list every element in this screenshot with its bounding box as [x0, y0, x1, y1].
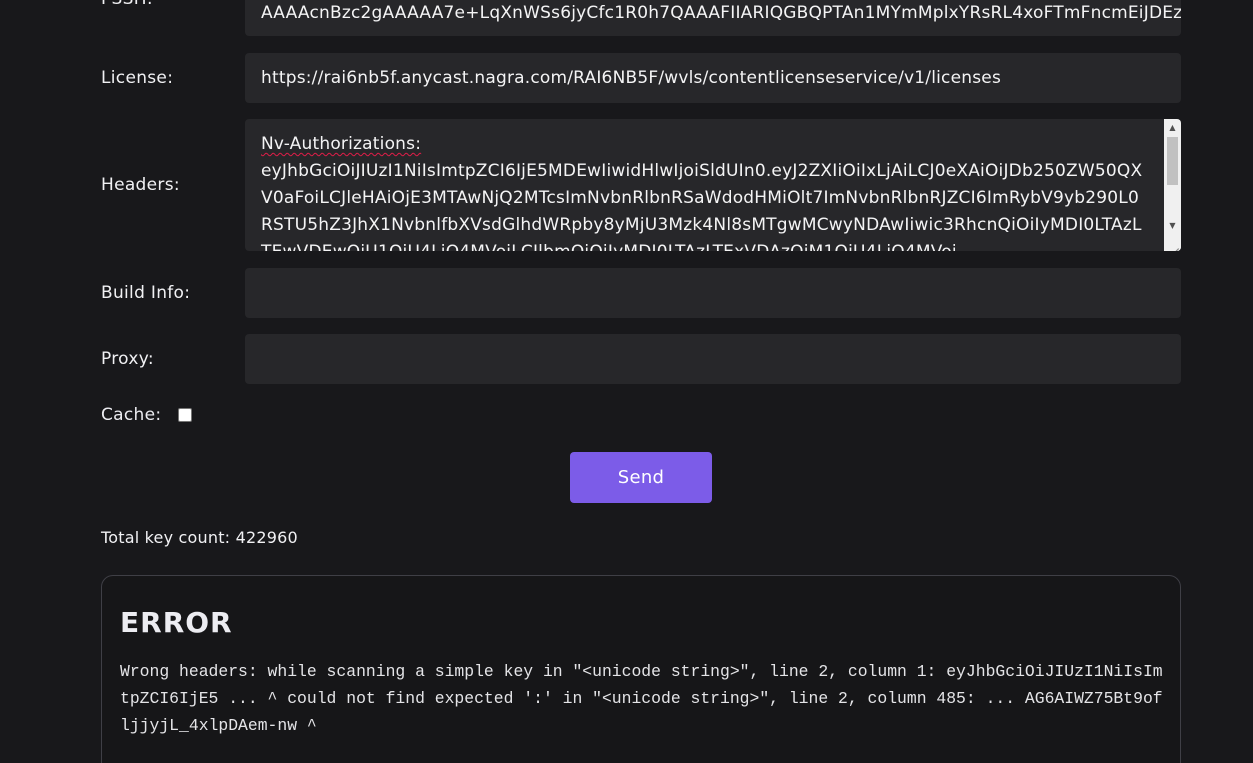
scroll-thumb[interactable] [1167, 137, 1178, 185]
scroll-down-arrow-icon[interactable]: ▼ [1164, 217, 1181, 234]
headers-textarea[interactable]: Nv-Authorizations: eyJhbGciOiJIUzI1NiIsI… [245, 119, 1181, 251]
error-panel: ERROR Wrong headers: while scanning a si… [101, 575, 1181, 763]
pssh-label: PSSH: [101, 0, 245, 9]
headers-row: Headers: Nv-Authorizations: eyJhbGciOiJI… [101, 119, 1181, 251]
headers-first-line: Nv-Authorizations: [261, 131, 1147, 158]
proxy-input[interactable] [245, 334, 1181, 384]
send-button[interactable]: Send [570, 452, 712, 503]
total-key-count: Total key count: 422960 [101, 528, 298, 547]
license-row: License: https://rai6nb5f.anycast.nagra.… [101, 53, 1181, 103]
proxy-label: Proxy: [101, 349, 154, 369]
scroll-up-arrow-icon[interactable]: ▲ [1164, 119, 1181, 136]
error-title: ERROR [120, 606, 233, 639]
page: PSSH: AAAAcnBzc2gAAAAA7e+LqXnWSs6jyCfc1R… [0, 0, 1253, 763]
headers-scrollbar[interactable]: ▲ ▼ [1164, 119, 1181, 251]
build-info-input[interactable] [245, 268, 1181, 318]
build-info-row: Build Info: [101, 268, 1181, 318]
license-label: License: [101, 68, 174, 88]
cache-row: Cache: [101, 402, 1181, 428]
headers-value: eyJhbGciOiJIUzI1NiIsImtpZCI6IjE5MDEwIiwi… [261, 161, 1143, 251]
resize-grip-icon[interactable] [1164, 234, 1181, 251]
license-input[interactable]: https://rai6nb5f.anycast.nagra.com/RAI6N… [245, 53, 1181, 103]
cache-label: Cache: [101, 405, 162, 425]
headers-key: Nv-Authorizations: [261, 134, 422, 154]
headers-label: Headers: [101, 175, 180, 195]
build-info-label: Build Info: [101, 283, 191, 303]
proxy-row: Proxy: [101, 334, 1181, 384]
error-message: Wrong headers: while scanning a simple k… [120, 662, 1163, 735]
pssh-input[interactable]: AAAAcnBzc2gAAAAA7e+LqXnWSs6jyCfc1R0h7QAA… [245, 0, 1181, 36]
pssh-row: PSSH: AAAAcnBzc2gAAAAA7e+LqXnWSs6jyCfc1R… [101, 0, 1181, 36]
cache-checkbox[interactable] [178, 408, 193, 422]
